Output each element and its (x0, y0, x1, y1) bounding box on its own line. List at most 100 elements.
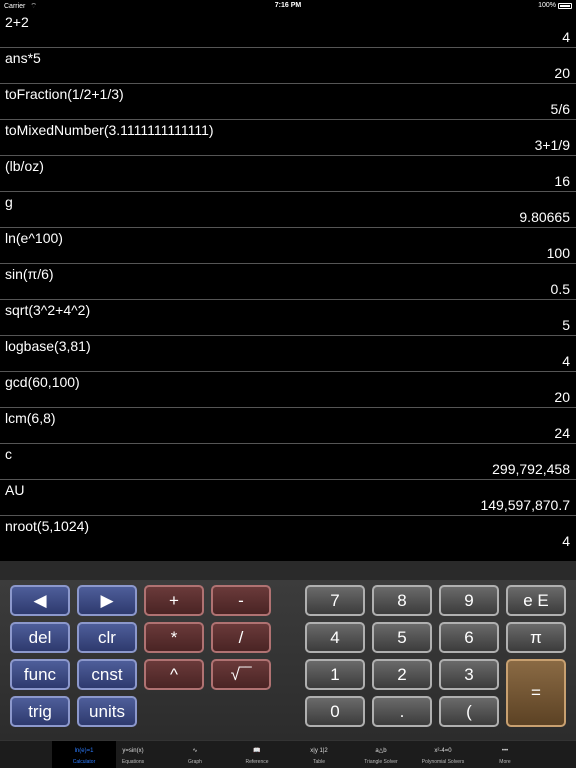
history-entry[interactable]: nroot(5,1024) 4 (0, 516, 576, 550)
clear-button[interactable]: clr (77, 622, 137, 653)
tab-graph[interactable]: ∿ Graph (163, 741, 227, 768)
history-entry[interactable]: 2+2 4 (0, 12, 576, 48)
parenthesis-button[interactable]: ( (439, 696, 499, 727)
decimal-point-button[interactable]: . (372, 696, 432, 727)
expression-input[interactable] (0, 561, 576, 580)
graph-icon: ∿ (192, 748, 198, 754)
history-expression: toMixedNumber(3.1111111111111) (5, 122, 214, 138)
trig-button[interactable]: trig (10, 696, 70, 727)
history-entry[interactable]: g 9.80665 (0, 192, 576, 228)
tab-equations[interactable]: y=sin(x) Equations (101, 741, 165, 768)
history-expression: 2+2 (5, 14, 29, 30)
digit-2-button[interactable]: 2 (372, 659, 432, 690)
history-expression: g (5, 194, 13, 210)
triangle-icon: a△b (375, 748, 387, 754)
tab-label: Table (313, 759, 325, 765)
history-result: 16 (554, 173, 570, 189)
history-entry[interactable]: (lb/oz) 16 (0, 156, 576, 192)
status-time: 7:16 PM (274, 2, 302, 9)
tab-bar: ln(e)=1 Calculator y=sin(x) Equations ∿ … (0, 740, 576, 768)
book-icon: 📖 (253, 748, 261, 754)
digit-4-button[interactable]: 4 (305, 622, 365, 653)
history-expression: sin(π/6) (5, 266, 54, 282)
history-expression: sqrt(3^2+4^2) (5, 302, 91, 318)
calculation-history[interactable]: 2+2 4 ans*5 20 toFraction(1/2+1/3) 5/6 toMi… (0, 12, 576, 550)
functions-button[interactable]: func (10, 659, 70, 690)
history-result: 100 (546, 245, 570, 261)
polynomial-icon: x²-4=0 (434, 748, 452, 754)
history-entry[interactable]: logbase(3,81) 4 (0, 336, 576, 372)
units-button[interactable]: units (77, 696, 137, 727)
digit-9-button[interactable]: 9 (439, 585, 499, 616)
history-result: 24 (554, 425, 570, 441)
minus-button[interactable]: - (211, 585, 271, 616)
battery-indicator: 100% (538, 2, 572, 9)
history-result: 3+1/9 (534, 137, 570, 153)
more-icon: ••• (501, 748, 509, 754)
history-result: 4 (562, 353, 570, 369)
pi-button[interactable]: π (506, 622, 566, 653)
tab-triangle-solver[interactable]: a△b Triangle Solver (349, 741, 413, 768)
history-expression: ans*5 (5, 50, 41, 66)
status-bar: Carrier ⌔ 7:16 PM 100% (0, 0, 576, 12)
plus-button[interactable]: + (144, 585, 204, 616)
history-expression: lcm(6,8) (5, 410, 56, 426)
tab-label: Polynomial Solvers (421, 759, 465, 765)
history-result: 5 (562, 317, 570, 333)
history-result: 299,792,458 (492, 461, 570, 477)
tab-reference[interactable]: 📖 Reference (225, 741, 289, 768)
constants-button[interactable]: cnst (77, 659, 137, 690)
digit-5-button[interactable]: 5 (372, 622, 432, 653)
sqrt-button[interactable]: √‾‾ (211, 659, 271, 690)
history-result: 4 (562, 533, 570, 549)
tab-polynomial-solvers[interactable]: x²-4=0 Polynomial Solvers (411, 741, 475, 768)
table-icon: x|y 1|2 (310, 748, 328, 754)
equals-button[interactable]: = (506, 659, 566, 727)
equations-icon: y=sin(x) (122, 748, 144, 754)
cursor-right-button[interactable]: ▶ (77, 585, 137, 616)
history-result: 4 (562, 29, 570, 45)
divide-button[interactable]: / (211, 622, 271, 653)
tab-label: Graph (188, 759, 202, 765)
tab-label: More (499, 759, 511, 765)
history-entry[interactable]: toMixedNumber(3.1111111111111) 3+1/9 (0, 120, 576, 156)
history-result: 149,597,870.7 (480, 497, 570, 513)
delete-button[interactable]: del (10, 622, 70, 653)
history-expression: c (5, 446, 12, 462)
digit-1-button[interactable]: 1 (305, 659, 365, 690)
history-expression: AU (5, 482, 25, 498)
tab-table[interactable]: x|y 1|2 Table (287, 741, 351, 768)
history-entry[interactable]: sin(π/6) 0.5 (0, 264, 576, 300)
history-entry[interactable]: lcm(6,8) 24 (0, 408, 576, 444)
history-entry[interactable]: ln(e^100) 100 (0, 228, 576, 264)
digit-8-button[interactable]: 8 (372, 585, 432, 616)
digit-0-button[interactable]: 0 (305, 696, 365, 727)
history-result: 20 (554, 65, 570, 81)
battery-percent: 100% (538, 2, 556, 9)
digit-7-button[interactable]: 7 (305, 585, 365, 616)
tab-more[interactable]: ••• More (473, 741, 537, 768)
digit-3-button[interactable]: 3 (439, 659, 499, 690)
cursor-left-button[interactable]: ◀ (10, 585, 70, 616)
history-result: 20 (554, 389, 570, 405)
history-result: 9.80665 (519, 209, 570, 225)
digit-6-button[interactable]: 6 (439, 622, 499, 653)
history-entry[interactable]: sqrt(3^2+4^2) 5 (0, 300, 576, 336)
history-expression: ln(e^100) (5, 230, 63, 246)
exponent-e-button[interactable]: e E (506, 585, 566, 616)
history-expression: logbase(3,81) (5, 338, 91, 354)
history-entry[interactable]: ans*5 20 (0, 48, 576, 84)
history-entry[interactable]: AU 149,597,870.7 (0, 480, 576, 516)
power-button[interactable]: ^ (144, 659, 204, 690)
tab-label: Reference (245, 759, 269, 765)
tab-label: Triangle Solver (364, 759, 398, 765)
history-expression: (lb/oz) (5, 158, 44, 174)
multiply-button[interactable]: * (144, 622, 204, 653)
history-entry[interactable]: gcd(60,100) 20 (0, 372, 576, 408)
keypad: ◀ ▶ + - 7 8 9 e E del clr * / 4 5 6 π fu… (0, 580, 576, 740)
history-entry[interactable]: toFraction(1/2+1/3) 5/6 (0, 84, 576, 120)
history-result: 0.5 (550, 281, 570, 297)
history-expression: gcd(60,100) (5, 374, 80, 390)
history-entry[interactable]: c 299,792,458 (0, 444, 576, 480)
tab-label: Equations (121, 759, 145, 765)
